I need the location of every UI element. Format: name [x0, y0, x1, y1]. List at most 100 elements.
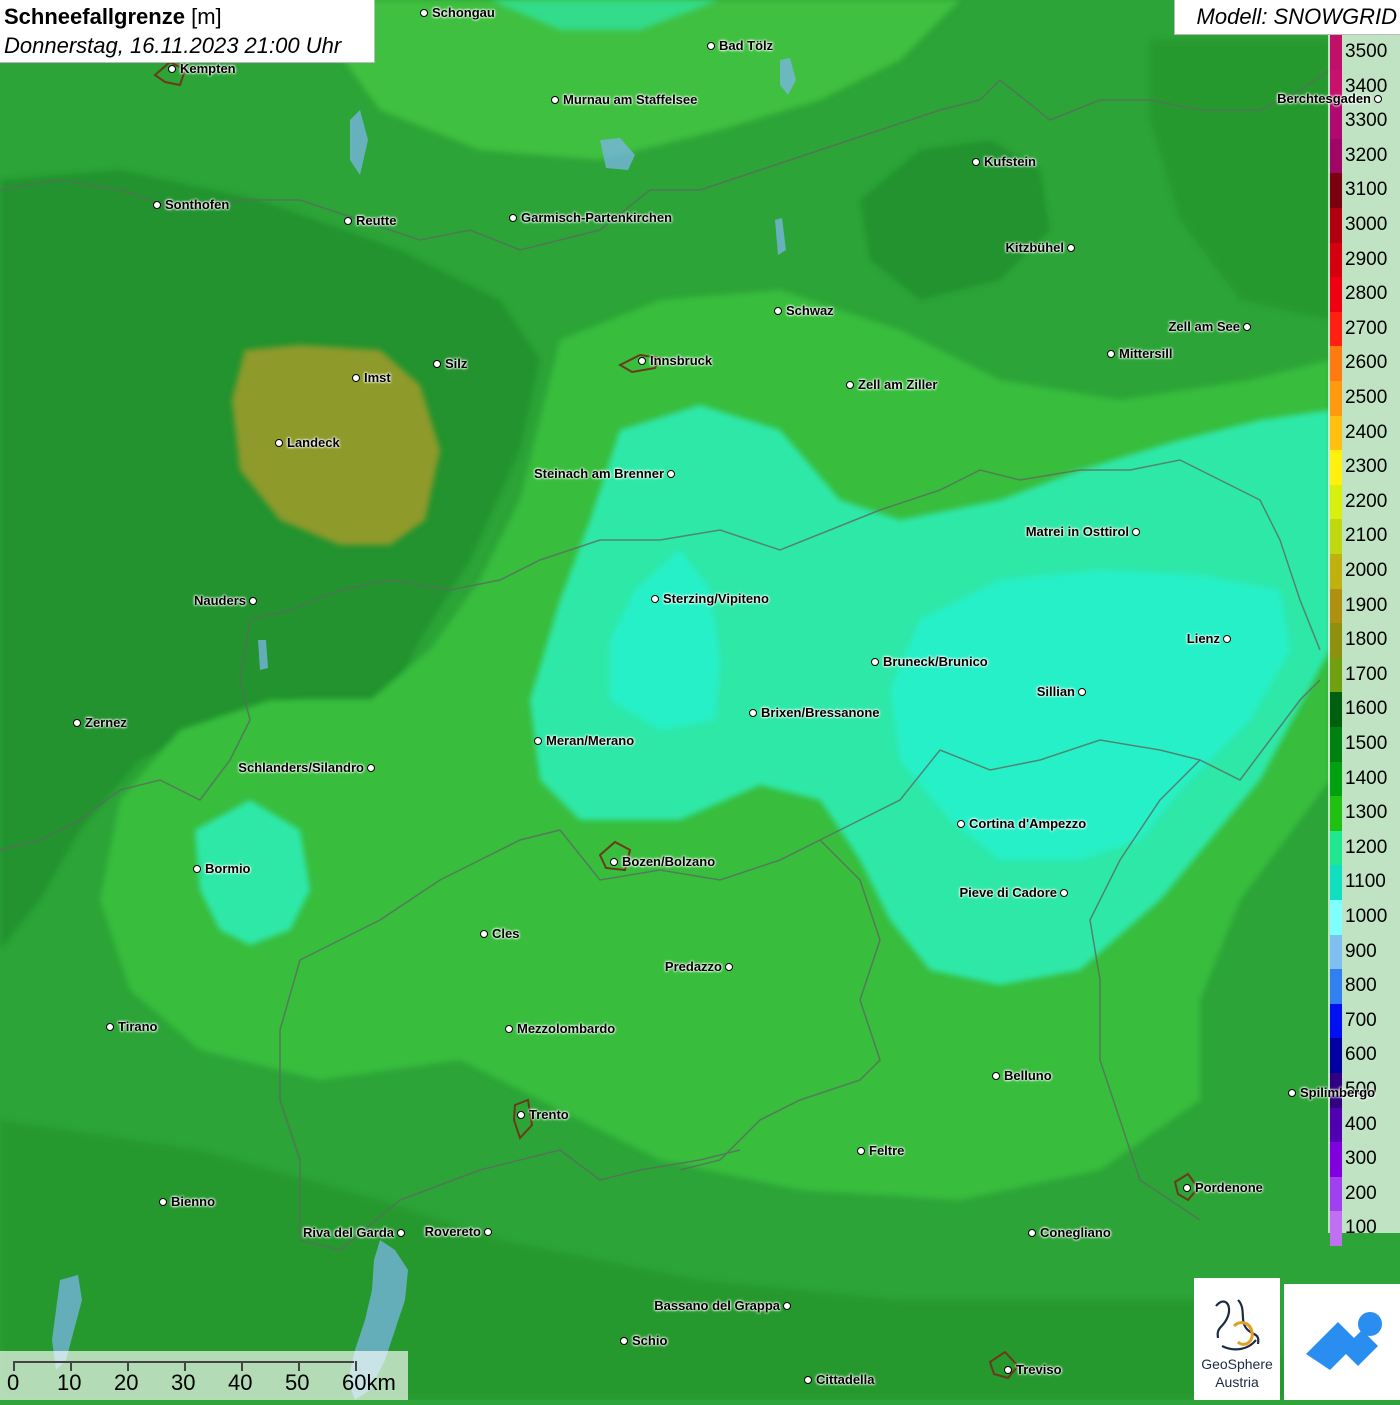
- map-datetime: Donnerstag, 16.11.2023 21:00 Uhr: [4, 33, 342, 58]
- city-marker[interactable]: Bruneck/Brunico: [871, 654, 988, 669]
- scale-label: 40: [228, 1370, 253, 1395]
- legend-label: 3100: [1345, 179, 1388, 201]
- city-marker[interactable]: Rovereto: [425, 1224, 492, 1239]
- city-marker[interactable]: Pieve di Cadore: [959, 885, 1068, 900]
- city-dot-icon: [972, 158, 980, 166]
- city-marker[interactable]: Pordenone: [1183, 1180, 1263, 1195]
- legend-row: 1000: [1328, 900, 1400, 935]
- legend-label: 3200: [1345, 144, 1388, 166]
- city-marker[interactable]: Schio: [620, 1333, 667, 1348]
- legend-row: 3100: [1328, 173, 1400, 208]
- city-label: Conegliano: [1040, 1225, 1111, 1240]
- model-label: Modell: SNOWGRID: [1196, 4, 1397, 29]
- city-marker[interactable]: Sonthofen: [153, 197, 229, 212]
- city-label: Matrei in Osttirol: [1025, 524, 1129, 539]
- city-marker[interactable]: Zell am Ziller: [846, 377, 937, 392]
- city-marker[interactable]: Lienz: [1187, 631, 1231, 646]
- scale-label: 20: [114, 1370, 139, 1395]
- city-marker[interactable]: Silz: [433, 356, 467, 371]
- legend-row: 300: [1328, 1142, 1400, 1177]
- weather-app-logo[interactable]: [1284, 1284, 1400, 1400]
- legend-row: 2100: [1328, 519, 1400, 554]
- legend-label: 800: [1345, 975, 1377, 997]
- geosphere-logo-name: GeoSphere: [1201, 1356, 1273, 1372]
- city-label: Mittersill: [1119, 346, 1173, 361]
- city-marker[interactable]: Bassano del Grappa: [654, 1298, 791, 1313]
- legend-label: 2600: [1345, 352, 1388, 374]
- legend-swatch: [1330, 104, 1342, 139]
- city-dot-icon: [249, 597, 257, 605]
- city-marker[interactable]: Garmisch-Partenkirchen: [509, 210, 672, 225]
- city-marker[interactable]: Bienno: [159, 1194, 215, 1209]
- city-marker[interactable]: Matrei in Osttirol: [1026, 524, 1140, 539]
- city-marker[interactable]: Riva del Garda: [303, 1225, 405, 1240]
- city-marker[interactable]: Schongau: [420, 5, 495, 20]
- city-label: Schwaz: [786, 303, 834, 318]
- city-label: Zernez: [85, 715, 127, 730]
- city-marker[interactable]: Bozen/Bolzano: [610, 854, 715, 869]
- city-marker[interactable]: Spilimbergo: [1288, 1085, 1375, 1100]
- city-dot-icon: [509, 214, 517, 222]
- city-marker[interactable]: Cles: [480, 926, 519, 941]
- city-marker[interactable]: Sillian: [1037, 684, 1086, 699]
- legend-label: 1900: [1345, 594, 1388, 616]
- city-marker[interactable]: Mittersill: [1107, 346, 1172, 361]
- city-marker[interactable]: Murnau am Staffelsee: [551, 92, 697, 107]
- legend-swatch: [1330, 623, 1342, 658]
- city-marker[interactable]: Imst: [352, 370, 391, 385]
- scale-label: 30: [171, 1370, 196, 1395]
- city-marker[interactable]: Berchtesgaden: [1277, 91, 1382, 106]
- city-marker[interactable]: Zernez: [73, 715, 127, 730]
- city-marker[interactable]: Brixen/Bressanone: [749, 705, 880, 720]
- city-marker[interactable]: Steinach am Brenner: [534, 466, 675, 481]
- city-marker[interactable]: Conegliano: [1028, 1225, 1111, 1240]
- city-marker[interactable]: Trento: [517, 1107, 569, 1122]
- city-marker[interactable]: Schlanders/Silandro: [238, 760, 375, 775]
- city-label: Cittadella: [816, 1372, 875, 1387]
- city-marker[interactable]: Kitzbühel: [1006, 240, 1075, 255]
- city-dot-icon: [1243, 323, 1251, 331]
- city-marker[interactable]: Belluno: [992, 1068, 1052, 1083]
- legend-label: 3500: [1345, 41, 1388, 62]
- legend-row: 3300: [1328, 104, 1400, 139]
- scale-label: 10: [57, 1370, 82, 1395]
- city-marker[interactable]: Nauders: [194, 593, 257, 608]
- city-marker[interactable]: Sterzing/Vipiteno: [651, 591, 769, 606]
- city-dot-icon: [638, 357, 646, 365]
- city-dot-icon: [610, 858, 618, 866]
- legend-swatch: [1330, 1176, 1342, 1212]
- city-marker[interactable]: Kufstein: [972, 154, 1036, 169]
- city-marker[interactable]: Predazzo: [665, 959, 733, 974]
- city-marker[interactable]: Mezzolombardo: [505, 1021, 615, 1036]
- city-marker[interactable]: Kempten: [168, 61, 236, 76]
- city-dot-icon: [1183, 1184, 1191, 1192]
- city-marker[interactable]: Innsbruck: [638, 353, 712, 368]
- city-marker[interactable]: Feltre: [857, 1143, 904, 1158]
- city-marker[interactable]: Landeck: [275, 435, 340, 450]
- legend-label: 2100: [1345, 525, 1388, 547]
- geosphere-logo-country: Austria: [1215, 1374, 1259, 1390]
- city-label: Cortina d'Ampezzo: [969, 816, 1087, 831]
- city-marker[interactable]: Bad Tölz: [707, 38, 773, 53]
- city-dot-icon: [992, 1072, 1000, 1080]
- city-marker[interactable]: Cortina d'Ampezzo: [957, 816, 1086, 831]
- city-marker[interactable]: Reutte: [344, 213, 396, 228]
- legend-label: 2700: [1345, 317, 1388, 339]
- legend-row: 3000: [1328, 208, 1400, 243]
- city-marker[interactable]: Bormio: [193, 861, 251, 876]
- city-marker[interactable]: Tirano: [106, 1019, 158, 1034]
- geosphere-logo[interactable]: GeoSphere Austria: [1194, 1278, 1280, 1400]
- city-marker[interactable]: Treviso: [1004, 1362, 1062, 1377]
- legend-label: 1800: [1345, 629, 1388, 651]
- city-marker[interactable]: Meran/Merano: [534, 733, 634, 748]
- city-marker[interactable]: Zell am See: [1168, 319, 1251, 334]
- city-label: Nauders: [193, 593, 246, 608]
- snow-cloud-icon: [1306, 1312, 1382, 1370]
- city-marker[interactable]: Cittadella: [804, 1372, 875, 1387]
- city-marker[interactable]: Schwaz: [774, 303, 834, 318]
- legend-row: 2800: [1328, 277, 1400, 312]
- city-label: Silz: [445, 356, 468, 371]
- city-dot-icon: [168, 65, 176, 73]
- legend-label: 2200: [1345, 490, 1388, 512]
- legend-row: 2900: [1328, 242, 1400, 278]
